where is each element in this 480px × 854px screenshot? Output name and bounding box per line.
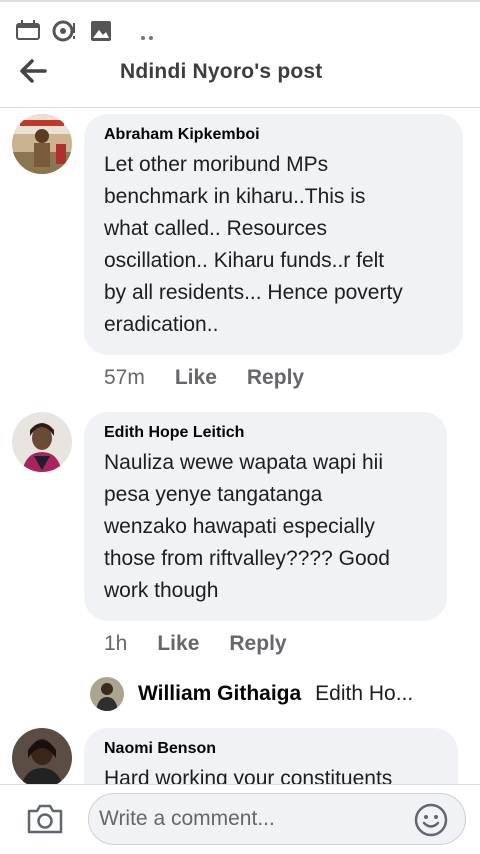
comment-item: Naomi Benson Hard working your constitue… [0,728,480,784]
comment-bubble[interactable]: Abraham Kipkemboi Let other moribund MPs… [84,114,463,355]
comment-bubble[interactable]: Naomi Benson Hard working your constitue… [84,728,458,784]
comment-timestamp[interactable]: 57m [104,366,145,390]
comment-composer [0,784,480,854]
sync-icon [52,20,78,47]
comment-text: Let other moribund MPs benchmark in kiha… [104,153,403,336]
more-dots-icon [140,28,154,46]
reply-snippet: Edith Ho... [315,682,414,705]
avatar[interactable] [12,412,72,472]
avatar[interactable] [12,114,72,174]
comment-text: Nauliza wewe wapata wapi hii pesa yenye … [104,451,390,602]
comment-author[interactable]: Abraham Kipkemboi [104,126,443,144]
comment-author[interactable]: Naomi Benson [104,740,438,758]
avatar[interactable] [90,677,124,711]
reply-preview[interactable]: William Githaiga Edith Ho... [90,676,413,712]
comment-input[interactable] [88,793,466,845]
back-button[interactable] [18,58,54,90]
comment-actions: 57m Like Reply [104,366,334,390]
comment-author[interactable]: Edith Hope Leitich [104,424,427,442]
arrow-left-icon [18,59,48,88]
like-button[interactable]: Like [157,632,199,656]
like-button[interactable]: Like [175,366,217,390]
reply-author[interactable]: William Githaiga [138,682,301,706]
emoji-button[interactable] [414,803,448,837]
status-bar [0,0,480,52]
reply-button[interactable]: Reply [229,632,286,656]
emoji-icon [414,803,448,841]
camera-icon [26,804,64,839]
post-header: Ndindi Nyoro's post [0,52,480,108]
reply-button[interactable]: Reply [247,366,304,390]
image-icon [90,20,112,47]
avatar[interactable] [12,728,72,784]
comment-bubble[interactable]: Edith Hope Leitich Nauliza wewe wapata w… [84,412,447,621]
comment-actions: 1h Like Reply [104,632,317,656]
comment-text: Hard working your constituents [104,767,393,784]
comment-timestamp[interactable]: 1h [104,632,127,656]
page-title: Ndindi Nyoro's post [120,60,323,83]
camera-button[interactable] [26,803,64,837]
calendar-icon [16,20,40,45]
